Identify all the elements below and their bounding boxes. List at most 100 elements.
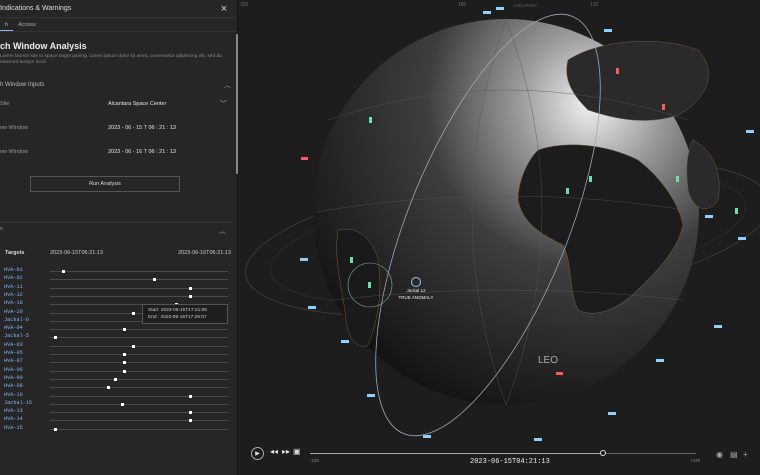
satellite-marker[interactable] xyxy=(483,11,491,14)
access-window-marker[interactable] xyxy=(53,336,57,340)
site-select[interactable]: Alcantara Space Center xyxy=(108,101,220,107)
access-window-marker[interactable] xyxy=(114,377,118,381)
target-name[interactable]: HVA-06 xyxy=(4,366,23,374)
threat-marker[interactable] xyxy=(662,104,665,110)
access-window-marker[interactable] xyxy=(188,411,192,415)
play-icon[interactable]: ▶ xyxy=(251,447,264,460)
satellite-marker[interactable] xyxy=(341,340,349,343)
access-window-marker[interactable] xyxy=(122,369,126,373)
site-marker[interactable] xyxy=(368,282,371,288)
target-name[interactable]: HVA-15 xyxy=(4,424,23,432)
target-row[interactable]: HVA-10 xyxy=(0,391,232,399)
run-analysis-button[interactable]: Run Analysis xyxy=(30,176,180,192)
target-name[interactable]: HVA-01 xyxy=(4,266,23,274)
site-marker[interactable] xyxy=(676,176,679,182)
access-window-marker[interactable] xyxy=(188,286,192,290)
site-marker[interactable] xyxy=(369,117,372,123)
layers-icon[interactable]: ▤ xyxy=(730,450,738,459)
threat-marker[interactable] xyxy=(556,372,563,375)
tab-access[interactable]: Access xyxy=(13,18,41,31)
target-name[interactable]: HVA-04 xyxy=(4,324,23,332)
satellite-marker[interactable] xyxy=(300,258,308,261)
target-name[interactable]: HVA-03 xyxy=(4,341,23,349)
tab-launch[interactable]: h xyxy=(0,18,14,31)
target-name[interactable]: HVA-11 xyxy=(4,283,23,291)
target-row[interactable]: HVA-02 xyxy=(0,274,232,282)
access-window-marker[interactable] xyxy=(131,344,135,348)
target-name[interactable]: HVA-18 xyxy=(4,299,23,307)
target-name[interactable]: HVA-07 xyxy=(4,357,23,365)
globe-icon[interactable]: ◉ xyxy=(716,450,723,459)
target-row[interactable]: HVA-07 xyxy=(0,357,232,365)
satellite-marker[interactable] xyxy=(746,130,754,133)
inputs-header[interactable]: h Window Inputs ︿ xyxy=(0,78,237,92)
site-marker[interactable] xyxy=(350,257,353,263)
start-time-input[interactable]: 2023 - 06 - 15 T 06 : 21 : 13 xyxy=(108,125,237,131)
satellite-marker[interactable] xyxy=(738,237,746,240)
target-row[interactable]: HVA-04 xyxy=(0,324,232,332)
access-window-marker[interactable] xyxy=(153,278,157,282)
target-name[interactable]: HVA-14 xyxy=(4,415,23,423)
target-name[interactable]: HVA-08 xyxy=(4,382,23,390)
access-window-marker[interactable] xyxy=(131,311,135,315)
target-row[interactable]: HVA-11 xyxy=(0,283,232,291)
target-row[interactable]: HVA-06 xyxy=(0,366,232,374)
close-icon[interactable]: × xyxy=(217,0,231,18)
target-name[interactable]: HVA-13 xyxy=(4,407,23,415)
playback-timeline[interactable] xyxy=(310,450,696,456)
chevron-down-icon[interactable]: ﹀ xyxy=(220,99,227,109)
target-row[interactable]: Jackal-5 xyxy=(0,332,232,340)
access-window-marker[interactable] xyxy=(121,402,125,406)
satellite-marker[interactable] xyxy=(367,394,375,397)
target-name[interactable]: HVA-20 xyxy=(4,308,23,316)
target-name[interactable]: HVA-10 xyxy=(4,391,23,399)
threat-marker[interactable] xyxy=(301,157,308,160)
target-row[interactable]: HVA-12 xyxy=(0,291,232,299)
target-row[interactable]: HVA-08 xyxy=(0,382,232,390)
target-name[interactable]: HVA-09 xyxy=(4,374,23,382)
target-name[interactable]: Jackal-5 xyxy=(4,332,29,340)
zoom-in-icon[interactable]: + xyxy=(743,450,748,459)
chevron-up-icon[interactable]: ︿ xyxy=(224,80,231,90)
globe-viewport[interactable]: Jackal 12 TRUE ANOMALY LEO 300 180 120 L… xyxy=(238,0,760,475)
access-window-marker[interactable] xyxy=(188,394,192,398)
target-row[interactable]: HVA-13 xyxy=(0,407,232,415)
satellite-marker[interactable] xyxy=(714,325,722,328)
skip-forward-icon[interactable]: ▸▸ xyxy=(282,447,290,456)
site-marker[interactable] xyxy=(589,176,592,182)
satellite-marker[interactable] xyxy=(656,359,664,362)
target-name[interactable]: Jackal-6 xyxy=(4,316,29,324)
results-header[interactable]: s ︿ xyxy=(0,226,232,236)
skip-back-icon[interactable]: ◂◂ xyxy=(270,447,278,456)
access-window-marker[interactable] xyxy=(122,328,126,332)
satellite-marker[interactable] xyxy=(496,7,504,10)
target-row[interactable]: HVA-15 xyxy=(0,424,232,432)
target-row[interactable]: HVA-03 xyxy=(0,341,232,349)
target-row[interactable]: HVA-09 xyxy=(0,374,232,382)
target-row[interactable]: Jackal-15 xyxy=(0,399,232,407)
satellite-marker[interactable] xyxy=(423,435,431,438)
target-row[interactable]: HVA-01 xyxy=(0,266,232,274)
threat-marker[interactable] xyxy=(616,68,619,74)
access-window-marker[interactable] xyxy=(53,427,57,431)
calendar-icon[interactable]: ▣ xyxy=(293,447,301,456)
satellite-marker[interactable] xyxy=(604,29,612,32)
target-row[interactable]: HVA-05 xyxy=(0,349,232,357)
site-marker[interactable] xyxy=(566,188,569,194)
chevron-up-icon[interactable]: ︿ xyxy=(219,226,226,236)
access-window-marker[interactable] xyxy=(188,419,192,423)
access-window-marker[interactable] xyxy=(122,361,126,365)
target-name[interactable]: HVA-12 xyxy=(4,291,23,299)
target-name[interactable]: HVA-05 xyxy=(4,349,23,357)
target-name[interactable]: Jackal-15 xyxy=(4,399,32,407)
end-time-input[interactable]: 2023 - 06 - 16 T 06 : 21 : 13 xyxy=(108,149,237,155)
access-window-marker[interactable] xyxy=(122,353,126,356)
access-window-marker[interactable] xyxy=(188,294,192,298)
access-window-marker[interactable] xyxy=(106,386,110,390)
target-name[interactable]: HVA-02 xyxy=(4,274,23,282)
satellite-marker[interactable] xyxy=(705,215,713,218)
satellite-marker[interactable] xyxy=(308,306,316,309)
site-marker[interactable] xyxy=(735,208,738,214)
timeline-knob[interactable] xyxy=(600,450,607,456)
satellite-marker[interactable] xyxy=(608,412,616,415)
